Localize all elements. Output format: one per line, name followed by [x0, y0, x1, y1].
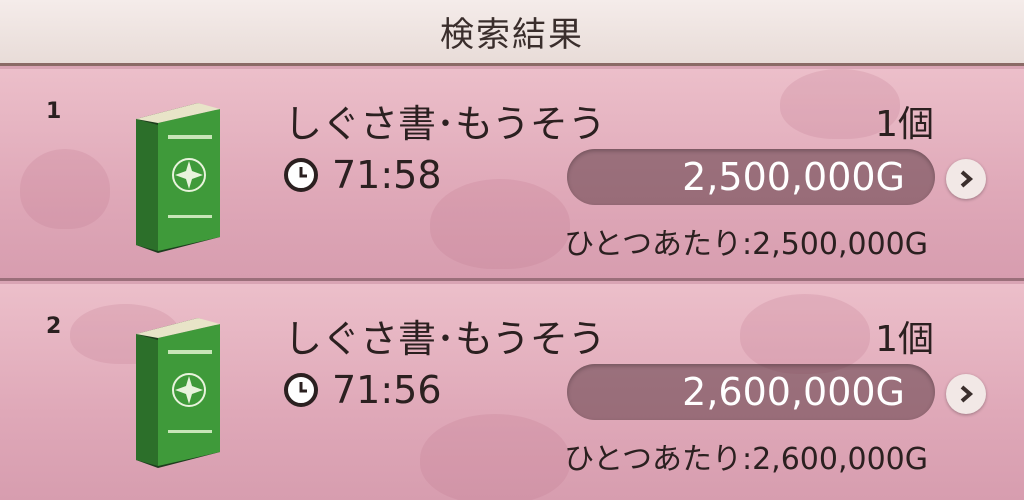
decor-slime [430, 179, 570, 269]
detail-button[interactable] [946, 374, 986, 414]
detail-button[interactable] [946, 159, 986, 199]
item-name: しぐさ書･もうそう [284, 317, 606, 361]
chevron-right-icon [960, 170, 974, 188]
decor-slime [420, 414, 570, 500]
item-quantity: 1個 [875, 104, 934, 145]
item-name: しぐさ書･もうそう [284, 102, 606, 146]
result-index: 2 [46, 314, 62, 339]
clock-icon [284, 158, 318, 192]
unit-price: ひとつあたり:2,600,000G [564, 442, 928, 477]
result-row-1[interactable]: 1 しぐさ書･もうそう 1個 71:58 2,500,000G ひとつあたり:2… [0, 69, 1024, 281]
clock-icon [284, 373, 318, 407]
time-left: 71:58 [284, 153, 442, 197]
decor-slime [740, 294, 870, 374]
price-pill: 2,500,000G [567, 149, 935, 205]
time-left: 71:56 [284, 368, 442, 412]
result-index: 1 [46, 99, 62, 124]
green-book-icon [136, 103, 220, 253]
price-value: 2,600,000G [682, 370, 905, 414]
green-book-icon [136, 318, 220, 468]
page-title: 検索結果 [440, 15, 584, 55]
chevron-right-icon [960, 385, 974, 403]
price-value: 2,500,000G [682, 155, 905, 199]
decor-slime [20, 149, 110, 229]
time-value: 71:56 [332, 368, 442, 412]
result-row-2[interactable]: 2 しぐさ書･もうそう 1個 71:56 2,600,000G ひとつあたり:2… [0, 284, 1024, 500]
item-quantity: 1個 [875, 319, 934, 360]
time-value: 71:58 [332, 153, 442, 197]
unit-price: ひとつあたり:2,500,000G [564, 227, 928, 262]
header-bar: 検索結果 [0, 0, 1024, 66]
price-pill: 2,600,000G [567, 364, 935, 420]
